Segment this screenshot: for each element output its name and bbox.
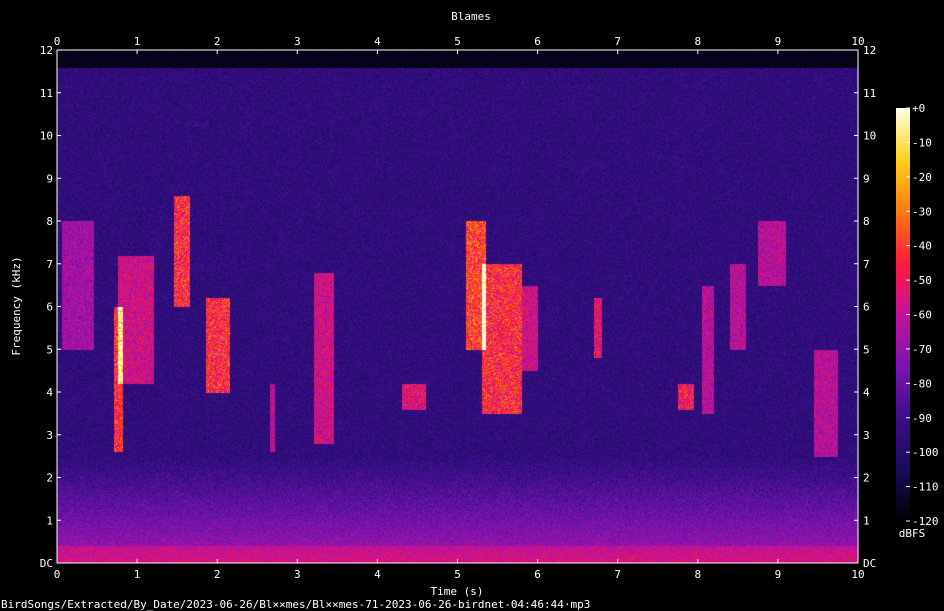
y-tick-label: 3 <box>863 429 870 442</box>
x-tick-label: 2 <box>214 568 221 581</box>
y-tick-label: 4 <box>863 386 870 399</box>
colorbar-tick-label: -10 <box>912 136 932 149</box>
colorbar-tick-label: -30 <box>912 205 932 218</box>
y-tick-label: 8 <box>46 215 53 228</box>
colorbar-tick-label: -40 <box>912 240 932 253</box>
colorbar-tick-label: -20 <box>912 171 932 184</box>
colorbar-tick-label: -50 <box>912 274 932 287</box>
y-tick-label: 2 <box>863 472 870 485</box>
x-tick-label: 0 <box>54 35 61 48</box>
colorbar-tick-label: -70 <box>912 343 932 356</box>
colorbar-ticks: +0-10-20-30-40-50-60-70-80-90-100-110-12… <box>906 102 939 528</box>
x-tick-label: 5 <box>454 35 461 48</box>
y-tick-label: 2 <box>46 472 53 485</box>
colorbar-tick-label: -110 <box>912 481 939 494</box>
x-tick-label: 2 <box>214 35 221 48</box>
x-axis-label: Time (s) <box>431 585 484 598</box>
colorbar-tick-label: -60 <box>912 309 932 322</box>
x-tick-label: 6 <box>534 568 541 581</box>
x-tick-label: 9 <box>775 35 782 48</box>
y-tick-label: 8 <box>863 215 870 228</box>
x-tick-label: 8 <box>694 568 701 581</box>
y-tick-label: 3 <box>46 429 53 442</box>
x-tick-label: 9 <box>775 568 782 581</box>
x-tick-label: 0 <box>54 568 61 581</box>
y-tick-label: 10 <box>863 130 876 143</box>
y-tick-label: 10 <box>40 130 53 143</box>
y-tick-label: DC <box>863 557 876 570</box>
y-tick-label: 1 <box>863 514 870 527</box>
y-tick-label: DC <box>40 557 53 570</box>
spectrogram-plot <box>56 49 859 564</box>
x-tick-label: 1 <box>134 568 141 581</box>
y-tick-label: 4 <box>46 386 53 399</box>
y-tick-label: 12 <box>40 44 53 57</box>
y-tick-label: 6 <box>46 301 53 314</box>
y-tick-label: 7 <box>46 258 53 271</box>
y-tick-label: 5 <box>863 343 870 356</box>
x-tick-label: 4 <box>374 568 381 581</box>
x-tick-label: 3 <box>294 35 301 48</box>
x-tick-label: 7 <box>614 35 621 48</box>
x-tick-label: 5 <box>454 568 461 581</box>
colorbar-tick-label: +0 <box>912 102 925 115</box>
x-tick-label: 3 <box>294 568 301 581</box>
y-tick-label: 1 <box>46 514 53 527</box>
x-tick-label: 6 <box>534 35 541 48</box>
x-tick-label: 8 <box>694 35 701 48</box>
y-tick-label: 5 <box>46 343 53 356</box>
x-tick-label: 4 <box>374 35 381 48</box>
y-tick-label: 6 <box>863 301 870 314</box>
y-tick-label: 12 <box>863 44 876 57</box>
y-tick-label: 11 <box>40 87 53 100</box>
colorbar-tick-label: -80 <box>912 377 932 390</box>
x-tick-label: 1 <box>134 35 141 48</box>
colorbar-unit: dBFS <box>899 527 926 540</box>
x-tick-label: 7 <box>614 568 621 581</box>
y-tick-label: 7 <box>863 258 870 271</box>
chart-title: Blames <box>451 10 491 23</box>
y-axis-label: Frequency (kHz) <box>10 256 23 355</box>
y-tick-label: 11 <box>863 87 876 100</box>
spectrogram-heatmap <box>57 50 858 563</box>
colorbar-tick-label: -90 <box>912 412 932 425</box>
y-tick-label: 9 <box>863 172 870 185</box>
spectrogram-figure: Blames 0 1 2 3 4 5 6 7 8 9 10 0 1 2 3 4 5 6 7 8 9 10 DC12345… <box>1 10 939 611</box>
colorbar-tick-label: -100 <box>912 446 939 459</box>
file-path: BirdSongs/Extracted/By_Date/2023-06-26/B… <box>1 598 590 611</box>
y-tick-label: 9 <box>46 172 53 185</box>
